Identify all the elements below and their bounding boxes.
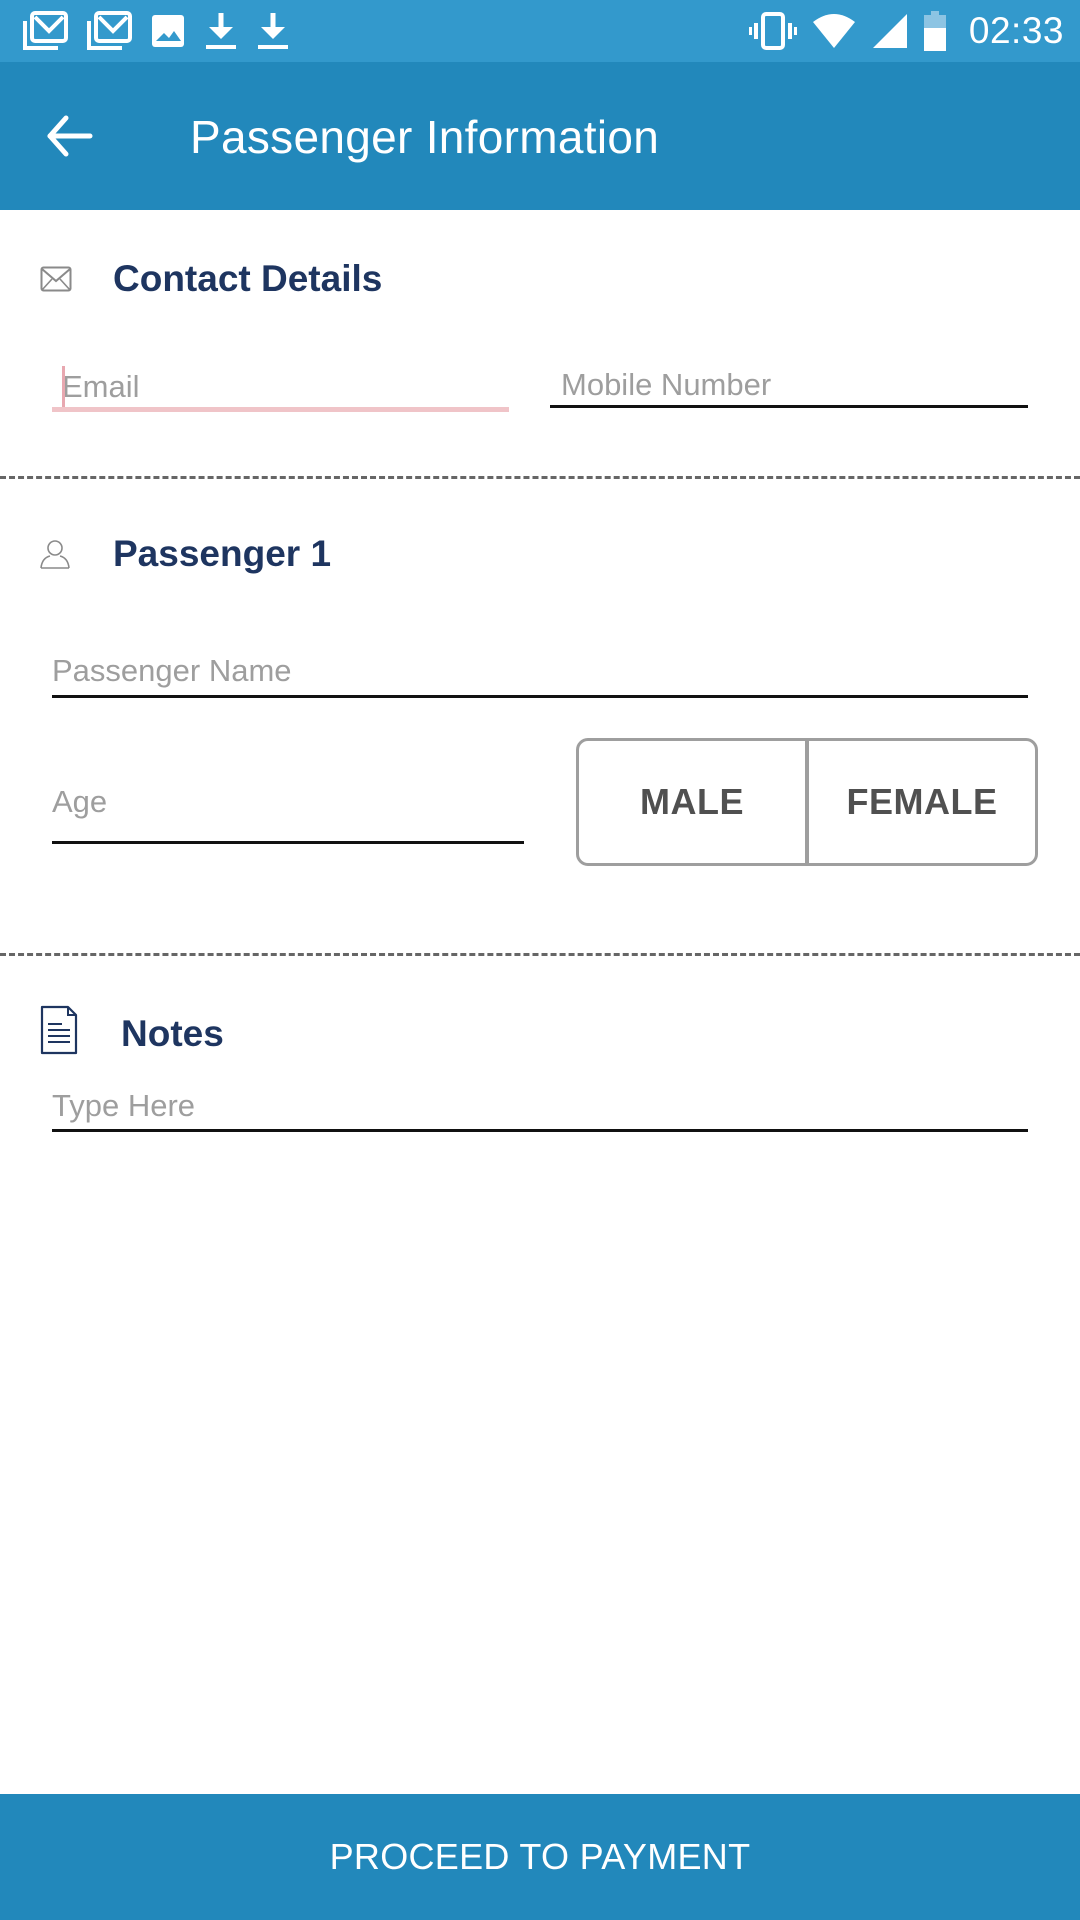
passenger-name-field[interactable]	[52, 644, 1028, 698]
download-icon	[204, 11, 238, 51]
male-button[interactable]: MALE	[579, 741, 805, 863]
notification-icons	[22, 10, 290, 52]
section-divider	[0, 953, 1080, 956]
proceed-to-payment-button[interactable]: PROCEED TO PAYMENT	[0, 1794, 1080, 1920]
download-icon	[256, 11, 290, 51]
image-icon	[150, 13, 186, 49]
notes-title: Notes	[121, 1013, 224, 1054]
email-underline	[52, 407, 509, 412]
contact-details-header: Contact Details	[0, 250, 1080, 310]
status-bar: 02:33	[0, 0, 1080, 62]
passenger-1-header: Passenger 1	[0, 525, 1080, 585]
notes-input[interactable]	[52, 1080, 1028, 1132]
text-cursor	[62, 366, 65, 410]
age-input[interactable]	[52, 778, 524, 826]
mobile-number-field[interactable]	[550, 362, 1028, 408]
envelope-icon	[40, 266, 72, 297]
gmail-icon	[22, 11, 68, 51]
notes-underline	[52, 1129, 1028, 1132]
system-icons: 02:33	[748, 10, 1064, 52]
email-field[interactable]	[52, 362, 509, 412]
signal-icon	[871, 12, 909, 50]
notes-header: Notes	[0, 1005, 1080, 1065]
gmail-icon	[86, 11, 132, 51]
age-field[interactable]	[52, 778, 524, 844]
notes-field[interactable]	[52, 1080, 1028, 1132]
gender-toggle: MALE FEMALE	[576, 738, 1038, 866]
wifi-icon	[811, 12, 857, 50]
vibrate-icon	[748, 12, 797, 50]
back-button[interactable]	[40, 106, 104, 166]
clock-time: 02:33	[968, 10, 1064, 51]
person-icon	[40, 539, 70, 574]
passenger-1-title: Passenger 1	[113, 533, 332, 574]
age-underline	[52, 841, 524, 844]
female-button[interactable]: FEMALE	[805, 741, 1035, 863]
contact-details-title: Contact Details	[113, 258, 383, 299]
proceed-to-payment-label: PROCEED TO PAYMENT	[329, 1836, 751, 1877]
mobile-number-input[interactable]	[550, 362, 1028, 408]
section-divider	[0, 476, 1080, 479]
passenger-name-input[interactable]	[52, 644, 1028, 698]
app-bar: Passenger Information	[0, 62, 1080, 210]
arrow-left-icon	[40, 115, 100, 170]
passenger-name-underline	[52, 695, 1028, 698]
document-icon	[40, 1005, 78, 1060]
email-input[interactable]	[52, 362, 509, 412]
page-title: Passenger Information	[190, 111, 660, 163]
battery-icon	[923, 11, 947, 51]
mobile-number-underline	[550, 405, 1028, 408]
